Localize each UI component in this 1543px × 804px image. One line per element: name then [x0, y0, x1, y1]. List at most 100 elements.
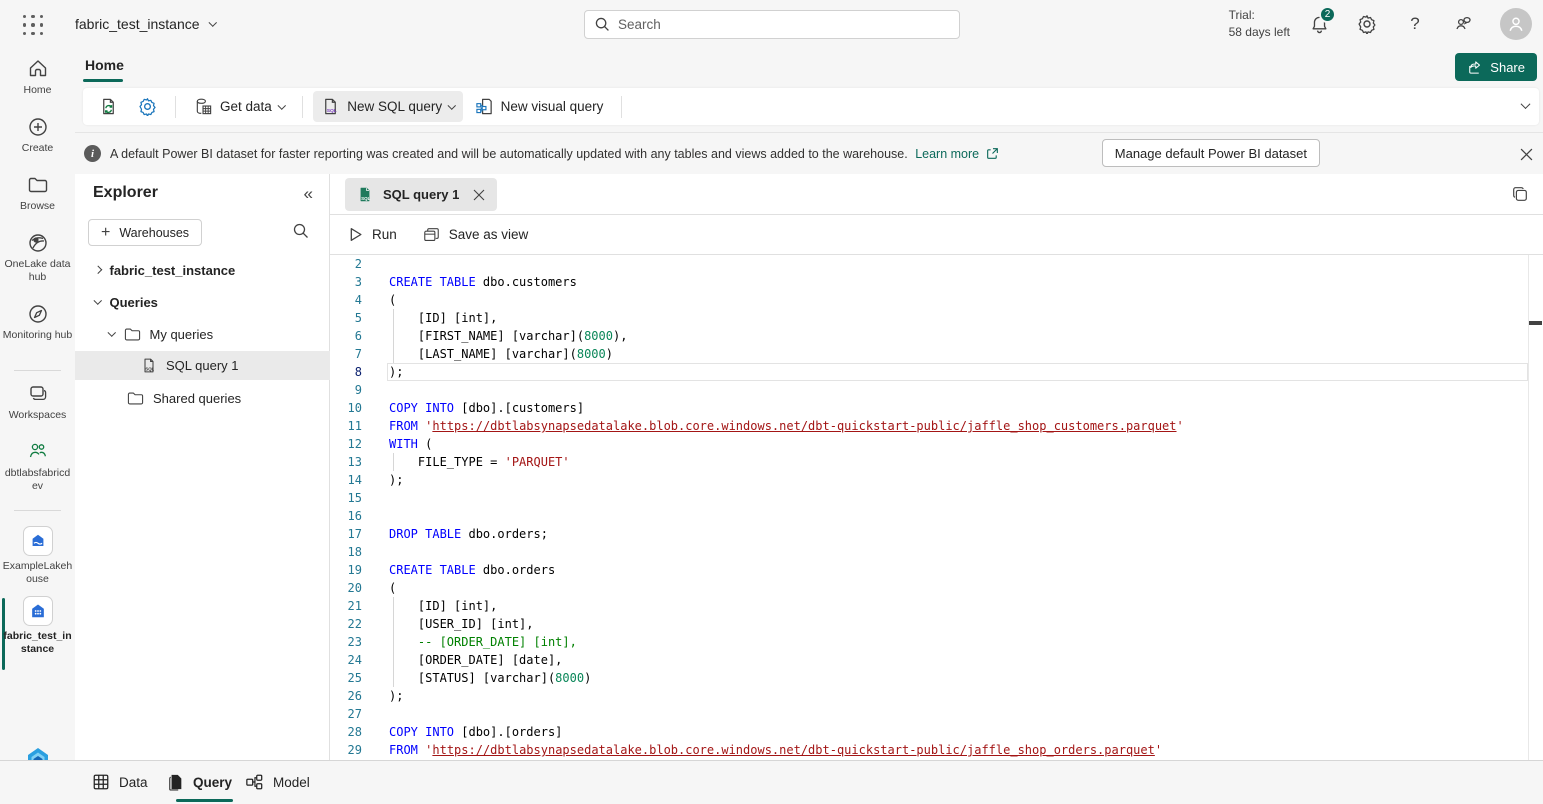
nav-workspaces[interactable]: Workspaces — [0, 383, 75, 422]
feedback-button[interactable] — [1451, 12, 1475, 36]
banner-close-button[interactable] — [1517, 145, 1535, 163]
tab-home[interactable]: Home — [83, 51, 126, 79]
help-button[interactable]: ? — [1403, 12, 1427, 36]
code-line[interactable]: 9 — [330, 381, 1528, 399]
tree-item-shared-queries[interactable]: Shared queries — [75, 382, 330, 414]
line-number: 9 — [330, 381, 362, 399]
tree-item-label: SQL query 1 — [166, 358, 239, 373]
learn-more-link[interactable]: Learn more — [915, 147, 979, 161]
account-avatar[interactable] — [1500, 8, 1532, 40]
app-launcher-icon[interactable] — [22, 14, 44, 36]
code-line[interactable]: 5 [ID] [int], — [330, 309, 1528, 327]
toolbar-overflow-button[interactable] — [1522, 97, 1529, 112]
run-label: Run — [372, 227, 397, 242]
code-line[interactable]: 6 [FIRST_NAME] [varchar](8000), — [330, 327, 1528, 345]
code-line[interactable]: 21 [ID] [int], — [330, 597, 1528, 615]
info-icon: i — [84, 145, 101, 162]
nav-onelake-data-hub[interactable]: OneLake data hub — [0, 232, 75, 284]
workspace-title-menu[interactable]: fabric_test_instance — [75, 0, 215, 48]
code-lines[interactable]: 23CREATE TABLE dbo.customers4(5 [ID] [in… — [330, 255, 1528, 760]
new-warehouse-button[interactable]: + Warehouses — [88, 219, 202, 246]
tool-settings-button[interactable] — [130, 91, 165, 122]
tab-close-button[interactable] — [473, 189, 485, 201]
notifications-button[interactable]: 2 — [1307, 12, 1331, 36]
view-tab-data[interactable]: Data — [92, 761, 148, 803]
copy-tabs-button[interactable] — [1511, 185, 1529, 203]
indent-guide — [393, 309, 394, 327]
code-line[interactable]: 28COPY INTO [dbo].[orders] — [330, 723, 1528, 741]
code-line[interactable]: 27 — [330, 705, 1528, 723]
get-data-button[interactable]: Get data — [186, 91, 292, 122]
code-line[interactable]: 4( — [330, 291, 1528, 309]
new-visual-query-button[interactable]: New visual query — [467, 91, 612, 122]
code-line[interactable]: 16 — [330, 507, 1528, 525]
nav-home[interactable]: Home — [0, 58, 75, 97]
external-link-icon — [986, 147, 999, 160]
nav-monitoring-hub[interactable]: Monitoring hub — [0, 303, 75, 342]
editor-overview-ruler[interactable] — [1528, 255, 1543, 760]
chevron-down-icon — [108, 329, 116, 337]
explorer-search-button[interactable] — [293, 223, 309, 239]
search-icon — [595, 17, 610, 32]
tree-item-queries[interactable]: Queries — [75, 286, 330, 318]
tree-item-label: Shared queries — [153, 391, 241, 406]
copy-icon — [1511, 185, 1529, 203]
chevron-down-icon — [1521, 99, 1531, 109]
code-line[interactable]: 19CREATE TABLE dbo.orders — [330, 561, 1528, 579]
trial-status: Trial: 58 days left — [1229, 7, 1290, 41]
code-text: FROM 'https://dbtlabsynapsedatalake.blob… — [389, 741, 1162, 759]
create-icon — [27, 116, 49, 138]
tree-item-sql-query-1[interactable]: SQL SQL query 1 — [75, 351, 330, 380]
indent-guide — [393, 615, 394, 633]
code-text: [STATUS] [varchar](8000) — [389, 669, 591, 687]
share-button[interactable]: Share — [1455, 53, 1537, 81]
code-line[interactable]: 15 — [330, 489, 1528, 507]
code-line[interactable]: 29 FROM 'https://dbtlabsynapsedatalake.bl… — [330, 741, 1528, 759]
lakehouse-icon — [23, 526, 53, 556]
code-line[interactable]: 24 [ORDER_DATE] [date], — [330, 651, 1528, 669]
search-input[interactable] — [618, 17, 949, 32]
code-line[interactable]: 11FROM 'https://dbtlabsynapsedatalake.bl… — [330, 417, 1528, 435]
code-line[interactable]: 17DROP TABLE dbo.orders; — [330, 525, 1528, 543]
nav-fabric-test-instance[interactable]: fabric_test_instance — [0, 596, 75, 656]
view-tab-label: Query — [193, 775, 232, 790]
code-line[interactable]: 18 — [330, 543, 1528, 561]
indent-guide — [393, 597, 394, 615]
nav-example-lakehouse[interactable]: ExampleLakehouse — [0, 526, 75, 586]
code-text: ( — [389, 291, 396, 309]
close-icon — [1520, 148, 1533, 161]
manage-dataset-button[interactable]: Manage default Power BI dataset — [1102, 139, 1320, 167]
nav-create[interactable]: Create — [0, 116, 75, 155]
line-number: 15 — [330, 489, 362, 507]
code-line[interactable]: 20( — [330, 579, 1528, 597]
code-line[interactable]: 25 [STATUS] [varchar](8000) — [330, 669, 1528, 687]
code-line[interactable]: 2 — [330, 255, 1528, 273]
code-line[interactable]: 10COPY INTO [dbo].[customers] — [330, 399, 1528, 417]
line-number: 29 — [330, 741, 362, 759]
view-tab-model[interactable]: Model — [245, 761, 310, 803]
tree-item-instance[interactable]: fabric_test_instance — [75, 254, 330, 286]
code-line[interactable]: 23 -- [ORDER_DATE] [int], — [330, 633, 1528, 651]
nav-dbt-workspace[interactable]: dbtlabsfabricdev — [0, 441, 75, 493]
settings-button[interactable] — [1355, 12, 1379, 36]
code-line[interactable]: 13 FILE_TYPE = 'PARQUET' — [330, 453, 1528, 471]
tree-item-my-queries[interactable]: My queries — [75, 318, 330, 350]
workspace-title: fabric_test_instance — [75, 16, 200, 32]
code-line[interactable]: 14); — [330, 471, 1528, 489]
code-line[interactable]: 22 [USER_ID] [int], — [330, 615, 1528, 633]
view-tab-query[interactable]: Query — [168, 761, 232, 803]
refresh-script-button[interactable] — [91, 91, 126, 122]
nav-browse[interactable]: Browse — [0, 174, 75, 213]
code-line[interactable]: 26); — [330, 687, 1528, 705]
run-button[interactable]: Run — [349, 227, 397, 242]
save-as-view-button[interactable]: Save as view — [423, 227, 529, 243]
new-sql-query-button[interactable]: SQL New SQL query — [313, 91, 462, 122]
chevron-down-icon — [94, 297, 102, 305]
line-number: 16 — [330, 507, 362, 525]
tab-sql-query-1[interactable]: SQL SQL query 1 — [345, 178, 497, 211]
code-line[interactable]: 8); — [330, 363, 1528, 381]
code-line[interactable]: 3CREATE TABLE dbo.customers — [330, 273, 1528, 291]
code-line[interactable]: 7 [LAST_NAME] [varchar](8000) — [330, 345, 1528, 363]
collapse-panel-button[interactable]: « — [304, 184, 313, 204]
code-line[interactable]: 12WITH ( — [330, 435, 1528, 453]
